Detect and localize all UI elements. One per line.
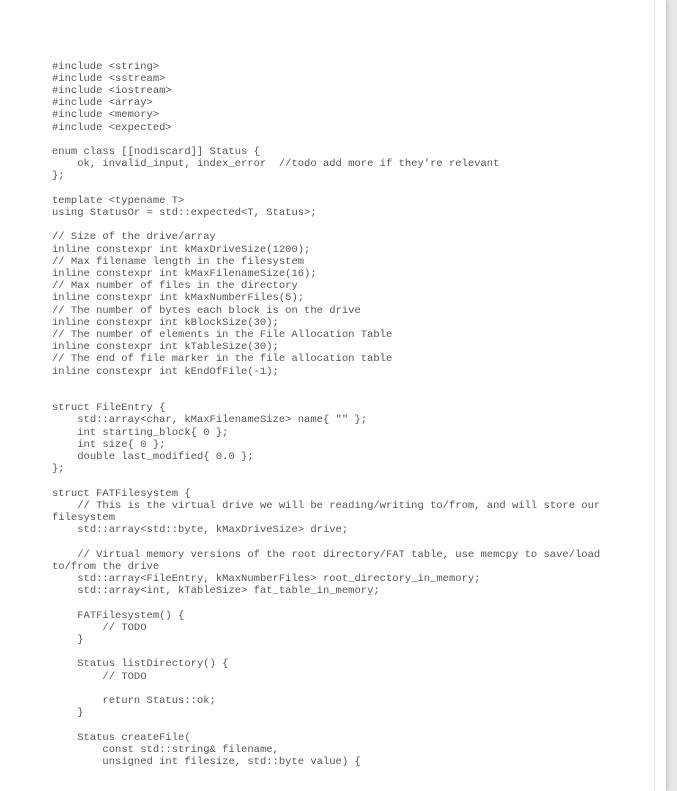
right-margin-line [654, 0, 655, 791]
code-block: #include <string> #include <sstream> #in… [52, 61, 626, 769]
document-page: #include <string> #include <sstream> #in… [0, 0, 666, 791]
